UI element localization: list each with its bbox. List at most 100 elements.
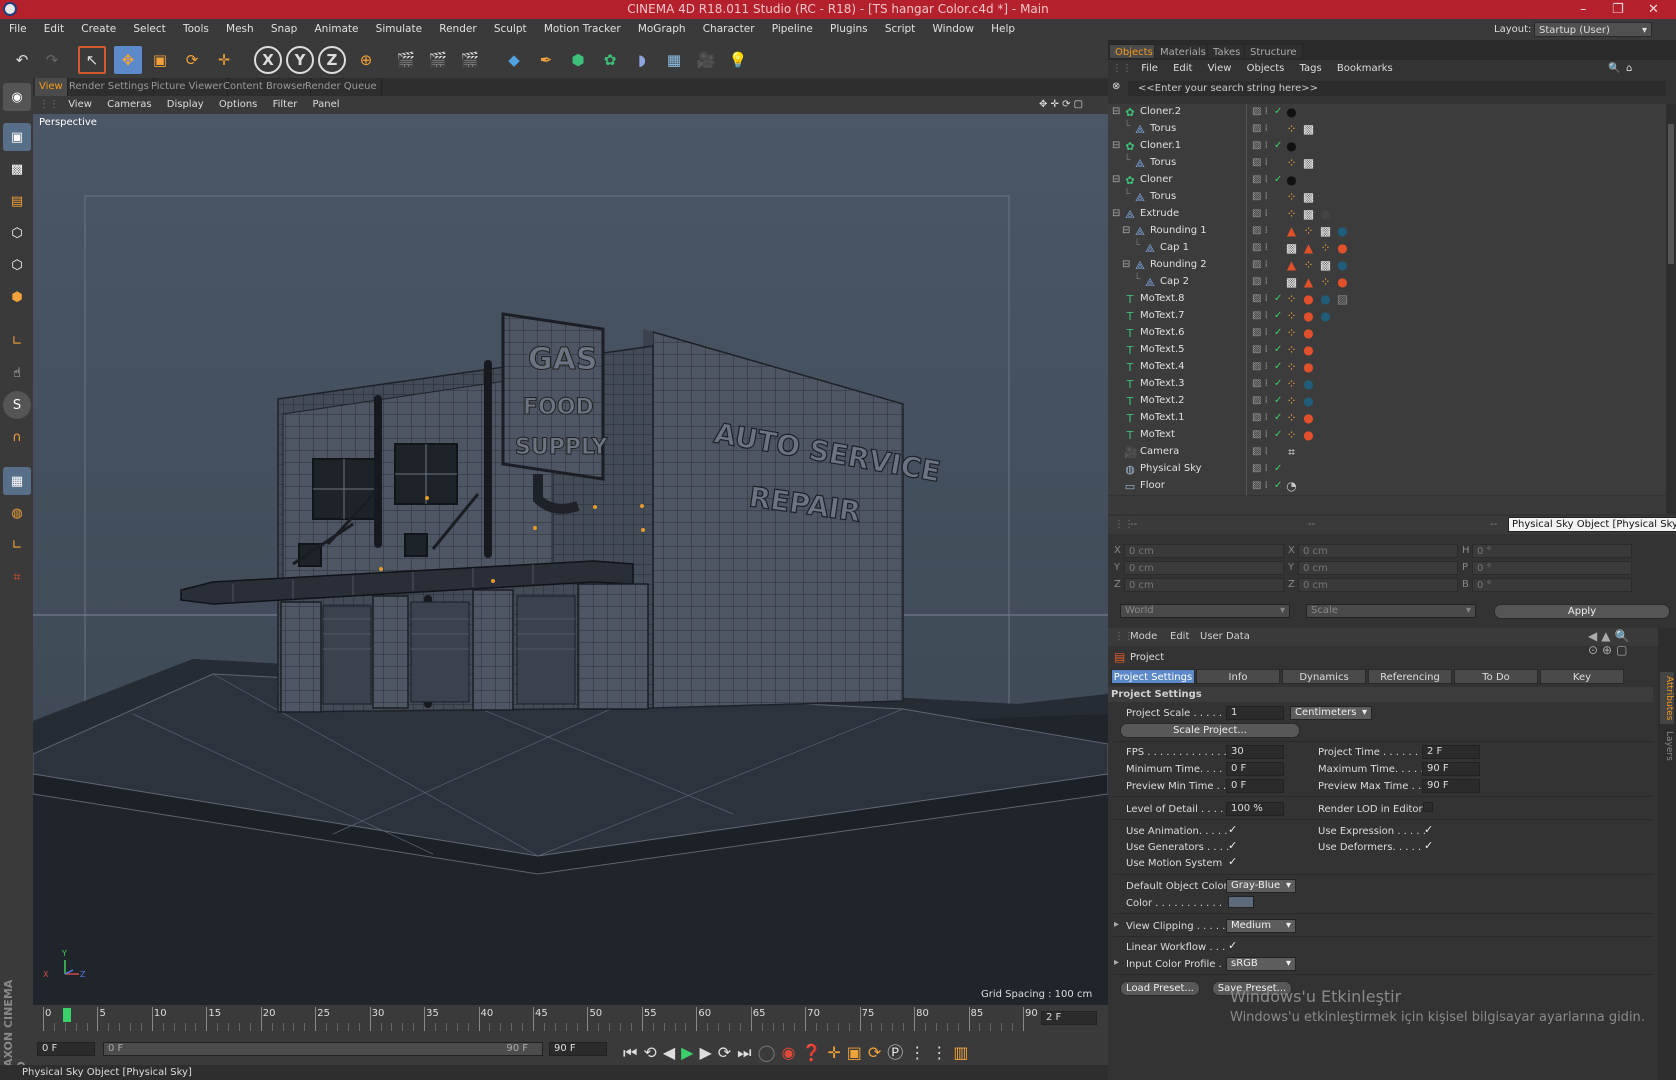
- default-color-dropdown[interactable]: Gray-Blue ▾: [1226, 879, 1296, 893]
- key-param-icon[interactable]: Ⓟ: [887, 1043, 909, 1062]
- tag-icon[interactable]: ▲: [1301, 241, 1316, 256]
- previous-frame-icon[interactable]: ◀: [663, 1043, 681, 1062]
- visibility-toggle-icon[interactable]: ▨ ⁞: [1252, 395, 1268, 406]
- tag-icon[interactable]: ●: [1301, 411, 1316, 426]
- y-axis-icon[interactable]: Y: [286, 46, 314, 74]
- redo-icon[interactable]: ↷: [38, 46, 66, 74]
- obj-menu-view[interactable]: View: [1208, 63, 1232, 74]
- coord-field[interactable]: 0 °: [1472, 578, 1632, 592]
- tag-icon[interactable]: ⁘: [1284, 207, 1299, 222]
- scale-icon[interactable]: ▣: [146, 46, 174, 74]
- obj-menu-file[interactable]: File: [1141, 63, 1158, 74]
- attr-menu-user-data[interactable]: User Data: [1200, 631, 1250, 642]
- render-view-icon[interactable]: 🎬: [392, 46, 420, 74]
- key-pla-icon[interactable]: ⋮⋮: [909, 1043, 953, 1062]
- magnet-icon[interactable]: ∩: [3, 423, 31, 451]
- enabled-check-icon[interactable]: ✓: [1274, 361, 1282, 372]
- light-icon[interactable]: 💡: [724, 46, 752, 74]
- tab-objects[interactable]: Objects: [1109, 44, 1159, 59]
- tag-icon[interactable]: ⁘: [1318, 241, 1333, 256]
- tab-dynamics[interactable]: Dynamics: [1282, 669, 1366, 684]
- scale-project-button[interactable]: Scale Project...: [1120, 723, 1300, 738]
- coord-field[interactable]: 0 cm: [1124, 561, 1284, 575]
- enabled-check-icon[interactable]: ✓: [1274, 310, 1282, 321]
- visibility-toggle-icon[interactable]: ▨ ⁞: [1252, 429, 1268, 440]
- tag-icon[interactable]: ▩: [1318, 258, 1333, 273]
- coord-field[interactable]: 0 °: [1472, 544, 1632, 558]
- tab-to-do[interactable]: To Do: [1454, 669, 1538, 684]
- play-icon[interactable]: ▶: [681, 1043, 699, 1062]
- vp-menu-filter[interactable]: Filter: [273, 99, 298, 110]
- tag-icon[interactable]: ⁘: [1284, 411, 1299, 426]
- tag-icon[interactable]: ●: [1301, 343, 1316, 358]
- load-preset-button[interactable]: Load Preset...: [1120, 981, 1200, 996]
- snap-icon[interactable]: S: [3, 391, 31, 419]
- tab-project-settings[interactable]: Project Settings: [1111, 669, 1195, 684]
- view-clipping-dropdown[interactable]: Medium ▾: [1226, 919, 1296, 933]
- object-search-input[interactable]: <<Enter your search string here>>: [1128, 81, 1666, 96]
- tag-icon[interactable]: ●: [1301, 428, 1316, 443]
- tag-icon[interactable]: ▩: [1301, 122, 1316, 137]
- fps-field[interactable]: 30: [1226, 745, 1284, 759]
- tweak-mode-icon[interactable]: ☝: [3, 359, 31, 387]
- tag-icon[interactable]: ⁘: [1284, 156, 1299, 171]
- coord-field[interactable]: 0 cm: [1298, 578, 1458, 592]
- record-keys-icon[interactable]: ◯: [758, 1043, 782, 1062]
- enabled-check-icon[interactable]: ✓: [1274, 293, 1282, 304]
- tag-icon[interactable]: ⁘: [1284, 428, 1299, 443]
- start-frame-field[interactable]: 0 F: [37, 1042, 95, 1056]
- enabled-check-icon[interactable]: ✓: [1274, 463, 1282, 474]
- obj-menu-bookmarks[interactable]: Bookmarks: [1337, 63, 1393, 74]
- live-selection-icon[interactable]: ↖: [78, 46, 106, 74]
- move-icon[interactable]: ✥: [114, 46, 142, 74]
- visibility-toggle-icon[interactable]: ▨ ⁞: [1252, 106, 1268, 117]
- rotate-icon[interactable]: ⟳: [178, 46, 206, 74]
- tab-render-queue[interactable]: Render Queue: [301, 78, 382, 96]
- key-scale-icon[interactable]: ▣: [847, 1043, 868, 1062]
- tab-render-settings[interactable]: Render Settings: [65, 78, 154, 96]
- points-mode-icon[interactable]: ⬡: [3, 219, 31, 247]
- visibility-toggle-icon[interactable]: ▨ ⁞: [1252, 412, 1268, 423]
- visibility-toggle-icon[interactable]: ▨ ⁞: [1252, 259, 1268, 270]
- tag-icon[interactable]: ⁘: [1284, 292, 1299, 307]
- tag-icon[interactable]: ⁘: [1301, 224, 1316, 239]
- visibility-toggle-icon[interactable]: ▨ ⁞: [1252, 191, 1268, 202]
- viewport-nav-icons[interactable]: ✥ ✛ ⟳ ▢: [1039, 96, 1083, 114]
- tag-icon[interactable]: ●: [1335, 241, 1350, 256]
- menu-script[interactable]: Script: [885, 23, 915, 35]
- coord-mode-dropdown[interactable]: Scale ▾: [1306, 604, 1476, 618]
- visibility-toggle-icon[interactable]: ▨ ⁞: [1252, 208, 1268, 219]
- render-settings-icon[interactable]: 🎬: [456, 46, 484, 74]
- camera-icon[interactable]: 🎥: [692, 46, 720, 74]
- tag-icon[interactable]: ●: [1335, 258, 1350, 273]
- coord-field[interactable]: 0 cm: [1298, 561, 1458, 575]
- brace-icon[interactable]: ⌗: [3, 563, 31, 591]
- clear-search-icon[interactable]: ⊗: [1112, 81, 1120, 92]
- transform-icon[interactable]: ✛: [210, 46, 238, 74]
- enabled-check-icon[interactable]: ✓: [1274, 106, 1282, 117]
- timeline-window-icon[interactable]: ▥: [953, 1043, 974, 1062]
- solo-icon[interactable]: ◍: [3, 499, 31, 527]
- locked-workplane-icon[interactable]: ∟: [3, 531, 31, 559]
- key-position-icon[interactable]: ✛: [827, 1043, 846, 1062]
- go-to-end-icon[interactable]: ⏭: [737, 1043, 757, 1062]
- project-time-field[interactable]: 2 F: [1422, 745, 1480, 759]
- vp-menu-options[interactable]: Options: [219, 99, 258, 110]
- tag-icon[interactable]: ⌗: [1284, 445, 1299, 460]
- tag-icon[interactable]: ●: [1301, 292, 1316, 307]
- apply-button[interactable]: Apply: [1494, 604, 1670, 619]
- use-expression-checkbox[interactable]: ✓: [1424, 824, 1436, 836]
- tag-icon[interactable]: ⁘: [1284, 377, 1299, 392]
- object-row[interactable]: ⊟ ⟁ Rounding 2 ▨ ⁞ ▲ ⁘ ▩ ●: [1108, 257, 1666, 275]
- enabled-check-icon[interactable]: ✓: [1274, 344, 1282, 355]
- collapse-icon[interactable]: ⊟: [1122, 259, 1130, 270]
- polygons-mode-icon[interactable]: ⬢: [3, 283, 31, 311]
- coord-field[interactable]: 0 cm: [1298, 544, 1458, 558]
- current-frame-field[interactable]: 2 F: [1041, 1011, 1097, 1025]
- tag-icon[interactable]: ●: [1335, 224, 1350, 239]
- use-motion-checkbox[interactable]: ✓: [1228, 856, 1240, 868]
- object-list-scrollbar[interactable]: [1666, 104, 1676, 514]
- floor-icon[interactable]: ▦: [660, 46, 688, 74]
- tag-icon[interactable]: ▩: [1284, 275, 1299, 290]
- tag-icon[interactable]: ●: [1301, 309, 1316, 324]
